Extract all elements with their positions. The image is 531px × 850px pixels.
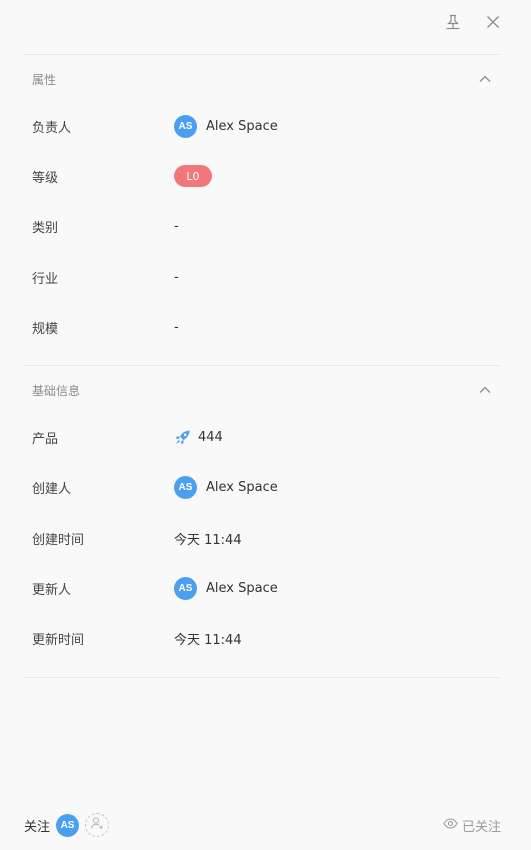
section-header-basic-info[interactable]: 基础信息 [24,378,501,402]
level-badge: L0 [174,165,212,187]
field-industry: 行业 - [32,263,492,291]
field-category: 类别 - [32,212,492,240]
avatar: AS [174,114,197,138]
divider [24,54,501,55]
chevron-up-icon[interactable] [477,382,493,398]
add-follower-button[interactable] [85,813,110,837]
toolbar [0,0,531,44]
updater-value[interactable]: AS Alex Space [174,576,278,600]
divider [24,365,501,366]
follow-label: 关注 [24,819,51,835]
avatar: AS [174,576,197,600]
eye-icon [443,816,462,835]
followed-toggle[interactable]: 已关注 [443,816,501,835]
section-header-properties[interactable]: 属性 [24,67,501,91]
updater-name: Alex Space [206,580,278,596]
field-label: 产品 [32,431,59,447]
field-created-time: 创建时间 今天 11:44 [32,524,492,552]
field-label: 创建人 [32,481,72,497]
field-label: 更新时间 [32,632,85,648]
field-label: 类别 [32,220,59,236]
field-label: 更新人 [32,582,72,598]
section-title: 基础信息 [32,383,81,398]
creator-value[interactable]: AS Alex Space [174,475,278,499]
field-owner: 负责人 AS Alex Space [32,112,492,140]
updated-time-value: 今天 11:44 [174,632,242,648]
scale-value[interactable]: - [174,320,179,335]
pin-icon [444,13,462,31]
field-product: 产品 444 [32,423,492,451]
avatar: AS [174,475,197,499]
category-value[interactable]: - [174,219,179,234]
rocket-icon [174,429,191,446]
field-creator: 创建人 AS Alex Space [32,473,492,501]
industry-value[interactable]: - [174,270,179,285]
follow-footer: 关注 AS 已关注 [24,812,501,838]
creator-name: Alex Space [206,479,278,495]
section-title: 属性 [32,72,57,87]
add-user-icon [90,816,104,834]
product-name: 444 [198,429,223,445]
field-label: 行业 [32,271,59,287]
field-label: 负责人 [32,120,72,136]
detail-panel: 属性 负责人 AS Alex Space 等级 L0 类别 - 行业 - 规模 … [0,0,531,850]
field-label: 创建时间 [32,532,85,548]
followed-label: 已关注 [461,819,501,835]
owner-value[interactable]: AS Alex Space [174,114,278,138]
product-value[interactable]: 444 [174,429,223,446]
level-value[interactable]: L0 [174,165,212,187]
followers: 关注 AS [24,813,110,837]
follower-avatar[interactable]: AS [56,813,80,837]
created-time-value: 今天 11:44 [174,532,242,548]
divider [24,677,501,678]
field-updated-time: 更新时间 今天 11:44 [32,624,492,652]
field-scale: 规模 - [32,313,492,341]
chevron-up-icon[interactable] [477,71,493,87]
field-label: 规模 [32,321,59,337]
close-icon [485,14,501,30]
field-label: 等级 [32,170,59,186]
close-button[interactable] [483,12,503,32]
field-level: 等级 L0 [32,162,492,190]
field-updater: 更新人 AS Alex Space [32,574,492,602]
owner-name: Alex Space [206,118,278,134]
pin-button[interactable] [443,12,463,32]
